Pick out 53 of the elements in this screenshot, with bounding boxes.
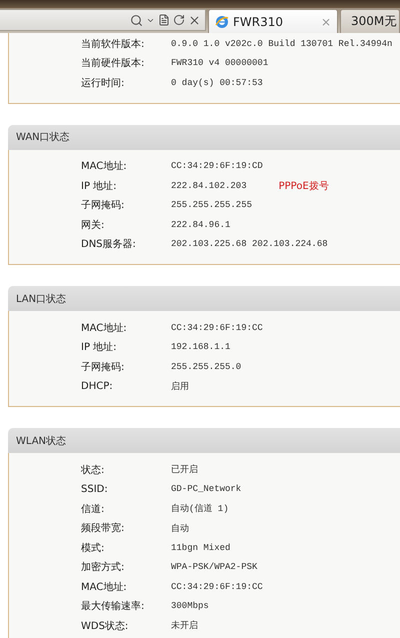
field-value: 222.84.102.203 [171, 180, 247, 191]
refresh-icon[interactable] [173, 14, 185, 26]
field-value: 0.9.0 1.0 v202c.0 Build 130701 Rel.34994n [171, 38, 392, 49]
field-label: 网关: [81, 218, 106, 232]
field-label: 频段带宽: [81, 522, 126, 536]
field-value: 未开启 [171, 620, 198, 632]
field-label: 模式: [81, 542, 106, 555]
field-value: 0 day(s) 00:57:53 [171, 78, 263, 88]
field-label: 当前软件版本: [81, 38, 146, 51]
section-header: LAN口状态 [8, 286, 400, 311]
field-value: CC:34:29:6F:19:CC [171, 322, 263, 333]
field-value: 启用 [171, 380, 189, 393]
field-value: 222.84.96.1 [171, 220, 230, 230]
field-label: IP 地址: [81, 180, 118, 193]
field-label: 状态: [81, 464, 106, 477]
field-value: FWR310 v4 00000001 [171, 58, 268, 68]
field-value: WPA-PSK/WPA2-PSK [171, 562, 258, 572]
field-value: 自动 [171, 522, 189, 535]
field-label: WDS状态: [81, 620, 130, 633]
browser-tab[interactable]: FWR310 × [208, 9, 338, 33]
field-value: 192.168.1.1 [171, 342, 230, 352]
field-label: 子网掩码: [81, 360, 126, 374]
search-icon[interactable] [130, 14, 143, 26]
field-label: SSID: [81, 484, 109, 495]
field-value: 已开启 [171, 464, 198, 476]
field-label: 最大传输速率: [81, 600, 146, 614]
section-header: WLAN状态 [8, 428, 400, 453]
field-value: CC:34:29:6F:19:CD [171, 161, 263, 172]
stop-icon[interactable] [188, 14, 201, 26]
globe-icon [215, 14, 229, 28]
field-label: DHCP: [81, 380, 114, 392]
field-value: GD-PC_Network [171, 484, 242, 494]
field-label: 运行时间: [81, 76, 126, 90]
field-label: DNS服务器: [81, 238, 137, 252]
field-label: 当前硬件版本: [81, 56, 146, 70]
field-label: IP 地址: [81, 340, 118, 354]
field-value: 202.103.225.68 202.103.224.68 [171, 239, 328, 250]
address-bar[interactable] [0, 9, 206, 31]
field-label: 子网掩码: [81, 199, 126, 212]
field-value: 255.255.255.255 [171, 200, 252, 210]
field-value: 自动(信道 1) [171, 502, 229, 516]
field-label: MAC地址: [81, 322, 128, 335]
field-value: CC:34:29:6F:19:CC [171, 582, 263, 592]
field-label: MAC地址: [81, 580, 128, 594]
field-value: 300Mbps [171, 601, 209, 612]
connection-type: PPPoE拨号 [278, 180, 329, 193]
field-label: MAC地址: [81, 160, 128, 174]
field-label: 信道: [81, 502, 106, 516]
section-header: WAN口状态 [8, 124, 400, 150]
field-value: 255.255.255.0 [171, 362, 242, 372]
browser-tab[interactable]: 300M无 [340, 9, 400, 33]
field-value: 11bgn Mixed [171, 542, 230, 553]
field-label: 加密方式: [81, 560, 126, 574]
